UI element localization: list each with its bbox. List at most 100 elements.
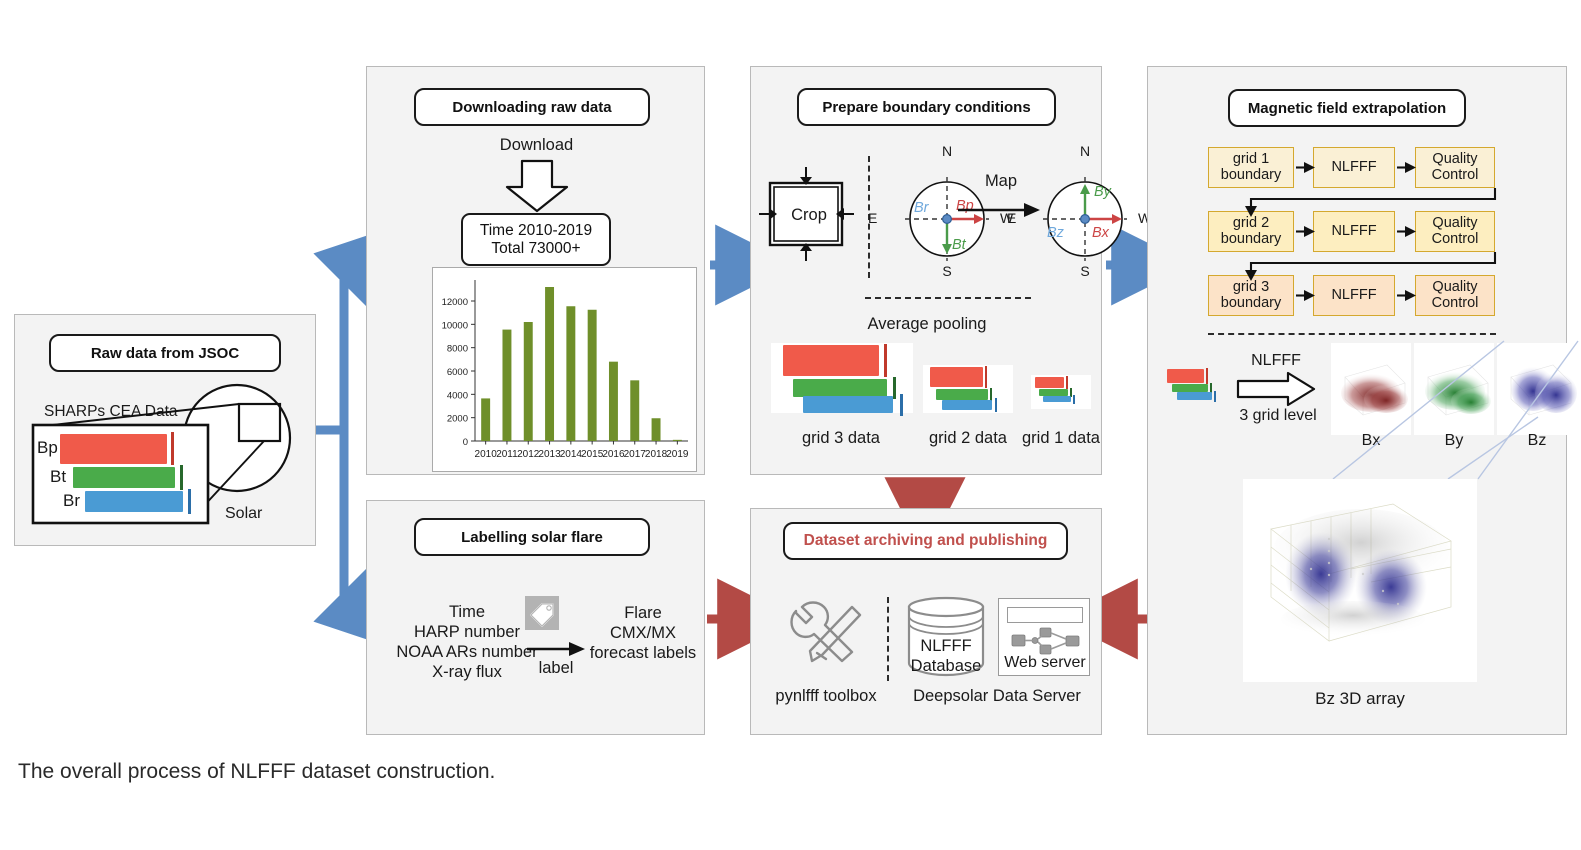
grid1-bt: [1039, 389, 1068, 396]
compass-left-e: E: [868, 210, 878, 226]
svg-text:2018: 2018: [645, 449, 668, 460]
grid3-bp: [783, 345, 879, 376]
svg-text:2013: 2013: [538, 449, 561, 460]
magnetogram-br: [85, 491, 183, 512]
panel-title-labelling: Labelling solar flare: [414, 518, 650, 556]
bar-chart: 0 2000 4000 6000 8000 10000 12000 2010 2011 2012 2…: [432, 267, 697, 472]
svg-text:2012: 2012: [517, 449, 540, 460]
crop-label: Crop: [791, 206, 827, 224]
grid1-br: [1043, 396, 1071, 402]
svg-text:2014: 2014: [560, 449, 583, 460]
label-br: Br: [63, 491, 80, 510]
svg-text:12000: 12000: [442, 297, 468, 308]
compass-left-n: N: [941, 143, 953, 159]
archiving-divider: [887, 597, 889, 681]
grid3-data-label: grid 3 data: [802, 429, 880, 447]
svg-text:2019: 2019: [666, 449, 689, 460]
grid3-bt: [793, 379, 887, 397]
web-server-label: Web server: [1004, 654, 1086, 671]
solar-label: Solar: [225, 505, 263, 522]
web-server-box: Web server: [998, 598, 1090, 676]
svg-text:0: 0: [463, 437, 468, 448]
svg-text:10000: 10000: [442, 320, 468, 331]
label-arrow-label: label: [538, 659, 574, 677]
compass-left-s: S: [942, 263, 952, 279]
colorbar-bp: [171, 432, 174, 465]
panel-raw-data-jsoc: Raw data from JSOC SHARPs CEA Data Bp Bt…: [14, 314, 316, 546]
svg-text:6000: 6000: [447, 367, 468, 378]
labelling-input-time: Time: [448, 603, 486, 621]
panel-title-archiving-text: Dataset archiving and publishing: [803, 532, 1048, 549]
bz-3d-array-label: Bz 3D array: [1315, 689, 1405, 708]
grid1-data-thumb: [1031, 375, 1091, 409]
panel-title-download: Downloading raw data: [414, 88, 650, 126]
toolbox-icon: [790, 601, 862, 663]
vector-label-bt: Bt: [952, 237, 966, 253]
panel-title-boundary: Prepare boundary conditions: [797, 88, 1056, 126]
grid3-data-thumb: [771, 343, 913, 416]
panel-title-archiving: Dataset archiving and publishing: [783, 522, 1068, 560]
web-server-address-bar: [1007, 607, 1083, 623]
panel-prepare-boundary: Prepare boundary conditions Crop N S E W…: [750, 66, 1151, 475]
labelling-input-xray: X-ray flux: [432, 663, 502, 681]
vector-label-bx: Bx: [1092, 225, 1109, 241]
labelling-output-flare: Flare: [624, 604, 662, 622]
svg-text:2011: 2011: [496, 449, 518, 460]
svg-text:2000: 2000: [447, 414, 468, 425]
panel-dataset-archiving: Dataset archiving and publishing pynlfff…: [750, 508, 1102, 735]
grid1-data-label: grid 1 data: [1022, 429, 1100, 447]
grid2-cbar-br: [995, 398, 997, 412]
tag-icon: [525, 596, 559, 630]
database-label-line1: NLFFF: [920, 637, 972, 655]
bz-3d-array-panel: [1243, 479, 1477, 682]
bar-chart-svg: 0200040006000800010000120002010 2011 2012 2…: [442, 280, 689, 460]
magnetogram-bp: [60, 434, 167, 464]
grid3-br: [803, 396, 893, 413]
grid1-bp: [1035, 377, 1064, 388]
grid2-bp: [930, 367, 983, 387]
web-server-network-icon: [1011, 627, 1080, 655]
server-group-label: Deepsolar Data Server: [913, 687, 1081, 705]
panel-labelling-solar-flare: Labelling solar flare Time HARP number N…: [366, 500, 705, 735]
colorbar-br: [188, 489, 191, 514]
vector-label-br: Br: [914, 200, 929, 216]
svg-text:2016: 2016: [602, 449, 625, 460]
download-summary-line2: Total 73000+: [491, 239, 581, 257]
labelling-input-noaa: NOAA ARs number: [396, 643, 538, 661]
toolbox-label: pynlfff toolbox: [775, 687, 877, 705]
grid3-cbar-bp: [884, 344, 887, 377]
grid3-cbar-br: [900, 394, 903, 416]
grid2-bt: [936, 389, 988, 400]
download-arrow-label: Download: [499, 136, 574, 154]
label-bt: Bt: [50, 467, 67, 486]
label-arrow-icon: [527, 642, 585, 656]
svg-text:8000: 8000: [447, 344, 468, 355]
grid2-br: [942, 400, 992, 410]
vector-label-by: By: [1094, 184, 1111, 200]
compass-right-s: S: [1080, 263, 1090, 279]
download-block-arrow-icon: [505, 159, 569, 213]
svg-text:2010: 2010: [475, 449, 498, 460]
labelling-output-cmx: CMX/MX: [610, 624, 676, 642]
compass-right-e: E: [1007, 210, 1017, 226]
svg-text:2015: 2015: [581, 449, 604, 460]
compass-right: [1043, 177, 1127, 261]
magnetogram-bt: [73, 467, 175, 488]
compass-right-n: N: [1079, 143, 1091, 159]
labelling-output-forecast: forecast labels: [589, 644, 697, 662]
grid1-cbar-bp: [1066, 376, 1068, 389]
bz-3d-array-render: [1270, 503, 1452, 642]
average-pooling-label: Average pooling: [867, 315, 987, 333]
boundary-horizontal-divider: [865, 297, 1031, 299]
svg-text:4000: 4000: [447, 390, 468, 401]
grid3-cbar-bt: [893, 377, 896, 399]
grid1-cbar-br: [1073, 395, 1075, 404]
grid2-cbar-bp: [985, 366, 987, 388]
panel-downloading-raw-data: Downloading raw data Download Time 2010-…: [366, 66, 705, 475]
download-summary-box: Time 2010-2019 Total 73000+: [461, 213, 611, 266]
vector-label-bz: Bz: [1047, 225, 1064, 241]
database-label-line2: Database: [910, 657, 982, 675]
panel-magnetic-field-extrapolation: Magnetic field extrapolation grid 1 boun…: [1147, 66, 1579, 735]
label-bp: Bp: [37, 438, 58, 457]
grid2-data-thumb: [923, 365, 1013, 413]
